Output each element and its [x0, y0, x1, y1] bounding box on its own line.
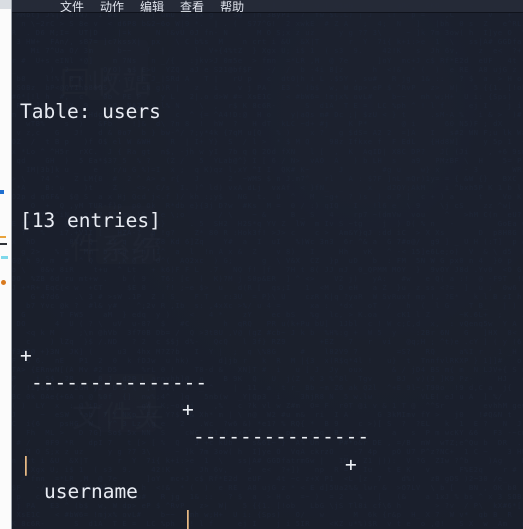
rule-top-mid: + — [182, 398, 194, 422]
rule-top-left: + — [20, 344, 32, 368]
column-header-username: username — [44, 479, 138, 503]
header-pipe-left: | — [20, 452, 32, 476]
rule-top-right: + — [345, 452, 357, 476]
rule-top-seg-left: --------------- — [31, 371, 208, 395]
background-window-edge[interactable] — [0, 0, 12, 529]
terminal-window[interactable]: 文件 动作 编辑 查看 帮助 Table: users [13 entries] + -… — [12, 0, 523, 529]
background-window-mark-amber — [0, 236, 6, 238]
menu-item-edit[interactable]: 编辑 — [140, 1, 164, 12]
menu-item-view[interactable]: 查看 — [180, 1, 204, 12]
header-pipe-mid: | — [182, 506, 194, 529]
menu-item-file[interactable]: 文件 — [60, 1, 84, 12]
menu-item-help[interactable]: 帮助 — [220, 1, 244, 12]
background-window-mark-dark — [0, 243, 7, 245]
screen: #= R 0{i CR wVqe ,/3 P{ PGW r~= q Jmp: T… — [0, 0, 523, 529]
table-rule-top: + --------------- + --------------- + — [20, 315, 523, 475]
background-window-mark-blue — [0, 190, 4, 194]
background-window-mark-cyan — [1, 256, 8, 259]
background-window-mark-orange — [1, 280, 6, 285]
background-window-titlebar — [0, 0, 11, 9]
menu-item-action[interactable]: 动作 — [100, 1, 124, 12]
output-line-table: Table: users — [20, 100, 161, 124]
table-header-row: | username | password | — [20, 423, 523, 529]
output-line-entries: [13 entries] — [20, 208, 161, 232]
terminal-output[interactable]: Table: users [13 entries] + ------------… — [12, 13, 523, 529]
terminal-menubar[interactable]: 文件 动作 编辑 查看 帮助 — [12, 0, 523, 13]
